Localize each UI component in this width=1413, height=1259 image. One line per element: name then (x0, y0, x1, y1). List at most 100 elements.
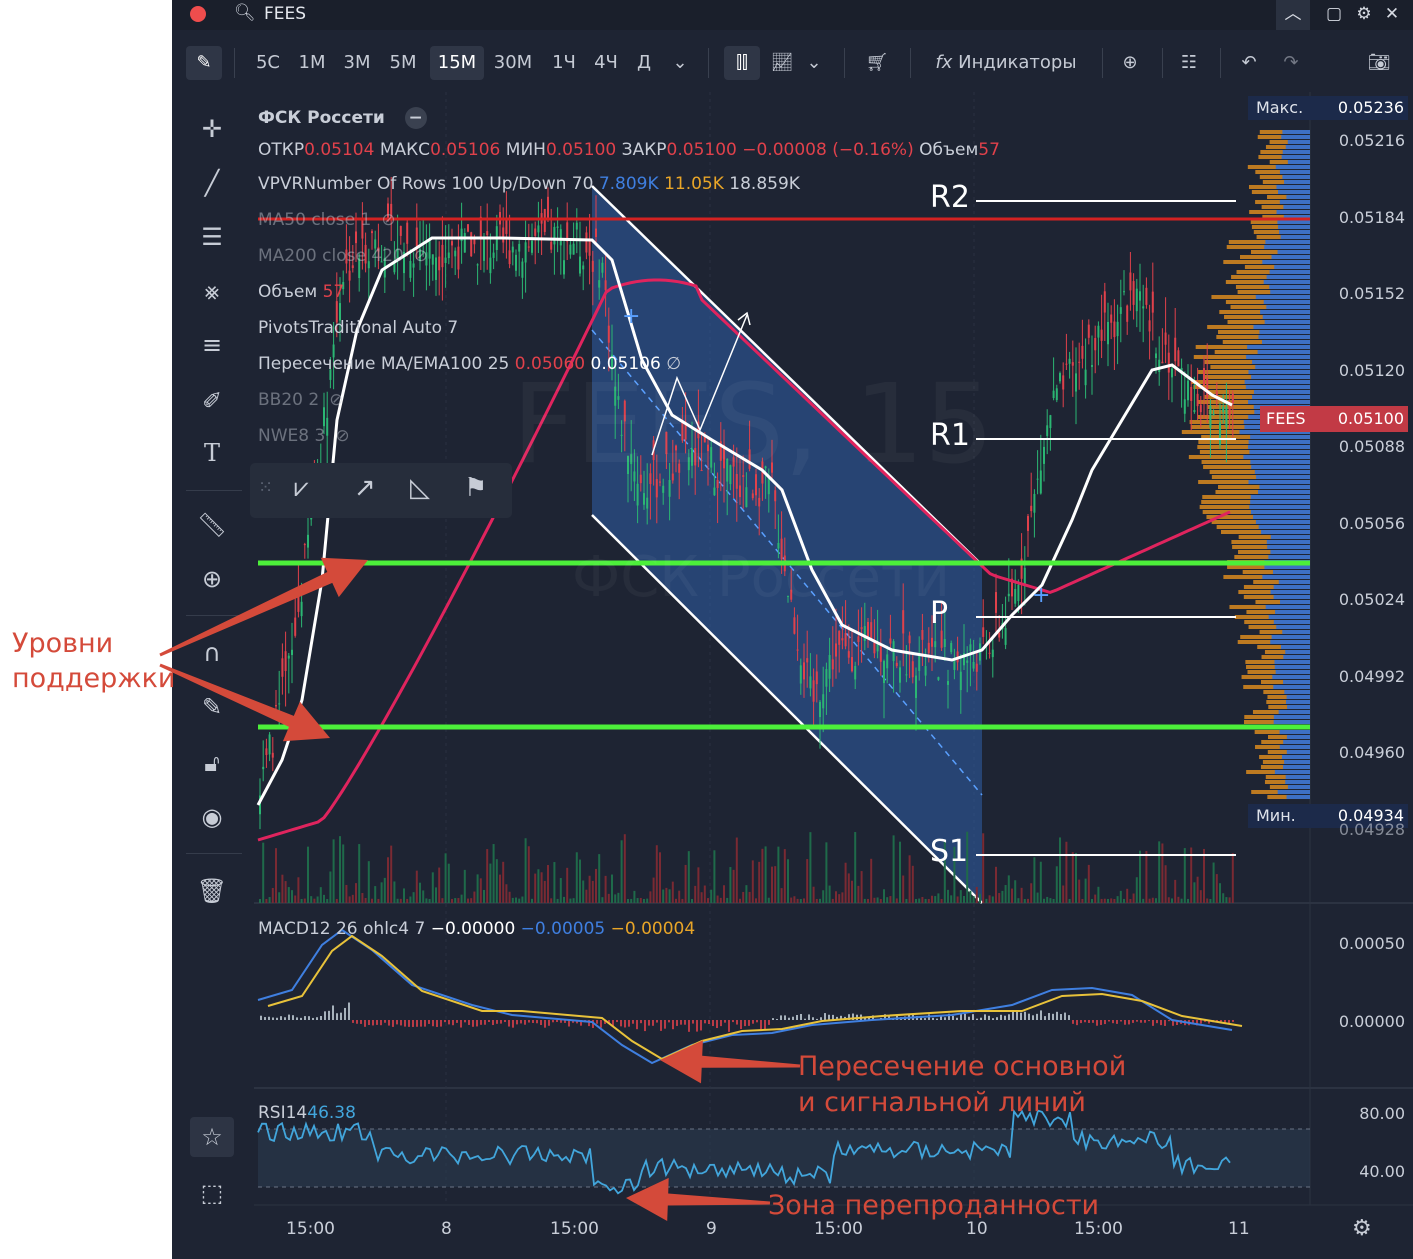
price-tick: 0.04928 (1338, 820, 1405, 839)
macd-histogram-bar (308, 1016, 310, 1020)
volume-bar (793, 896, 796, 903)
legend-pivots[interactable]: PivotsTraditional Auto 7 (258, 318, 458, 338)
volume-bar (447, 863, 450, 903)
volume-profile-bar (1250, 435, 1310, 439)
macd-histogram-bar (276, 1017, 278, 1020)
macd-histogram-bar (492, 1020, 494, 1026)
macd-histogram-bar (1164, 1020, 1166, 1026)
volume-bar (470, 898, 473, 903)
candle-body (905, 674, 908, 676)
volume-bar (1075, 852, 1077, 903)
legend-cross[interactable]: Пересечение MA/EMA100 25 0.05060 0.05106… (258, 354, 681, 374)
macd-histogram-bar (432, 1020, 434, 1027)
candle-body (921, 629, 924, 640)
volume-bar (867, 898, 869, 903)
legend-vpvr[interactable]: VPVRNumber Of Rows 100 Up/Down 70 7.809K… (258, 174, 800, 194)
volume-bar (515, 897, 517, 903)
legend-bb[interactable]: BB20 2 ⊘ (258, 390, 343, 410)
volume-bar (1215, 874, 1218, 903)
candle-body (793, 617, 796, 634)
volume-bar (435, 887, 437, 903)
candle-body (518, 243, 521, 252)
volume-bar (697, 867, 700, 903)
collapse-legend-icon[interactable]: − (404, 107, 427, 129)
volume-profile-bar (1259, 330, 1310, 334)
candle-body (563, 260, 565, 275)
volume-bar (582, 880, 585, 903)
volume-bar (1145, 850, 1148, 903)
volume-bar (566, 867, 569, 903)
cross-marker: + (622, 304, 640, 329)
candle-body (1151, 291, 1154, 313)
volume-bar (931, 895, 933, 903)
volume-bar (921, 896, 924, 903)
candle-body (1030, 505, 1033, 512)
candle-body (959, 671, 962, 691)
candle-body (444, 257, 447, 264)
volume-bar (748, 891, 751, 903)
macd-histogram-bar (424, 1020, 426, 1027)
macd-histogram-bar (548, 1020, 550, 1026)
rsi-scale-tick: 40.00 (1359, 1162, 1405, 1181)
macd-histogram-bar (972, 1014, 974, 1020)
hidden-eye-icon[interactable]: ⊘ (381, 210, 395, 230)
legend-nwe[interactable]: NWE8 3 ⊘ (258, 426, 350, 446)
ray-icon[interactable]: ↗ (354, 473, 376, 503)
volume-bar (924, 898, 927, 903)
volume-bar (547, 865, 549, 903)
volume-profile-bar (1272, 570, 1310, 574)
volume-bar (540, 872, 543, 903)
macd-histogram-bar (596, 1020, 598, 1024)
hidden-eye-icon[interactable]: ⊘ (335, 426, 349, 446)
volume-bar (1033, 857, 1036, 903)
macd-histogram-bar (460, 1020, 462, 1028)
volume-profile-bar (1276, 625, 1310, 629)
candle-body (1126, 305, 1129, 322)
candle-body (524, 242, 527, 263)
volume-bar (1167, 897, 1170, 903)
volume-bar (678, 890, 681, 903)
triangle-icon[interactable]: ◺ (410, 473, 430, 503)
macd-histogram-bar (828, 1014, 830, 1020)
axis-settings-icon[interactable]: ⚙ (1352, 1216, 1372, 1241)
macd-histogram-bar (428, 1020, 430, 1024)
candle-body (595, 228, 597, 238)
hidden-eye-icon[interactable]: ⊘ (414, 246, 428, 266)
volume-bar (668, 889, 671, 903)
candle-body (991, 649, 994, 658)
volume-profile-bar (1275, 670, 1310, 674)
volume-bar (982, 833, 985, 903)
volume-profile-bar (1284, 180, 1310, 184)
candle-body (927, 642, 930, 654)
volume-bar (767, 897, 770, 903)
hidden-eye-icon[interactable]: ⊘ (329, 390, 343, 410)
macd-histogram-bar (824, 1013, 826, 1020)
legend-macd[interactable]: MACD12 26 ohlc4 7 −0.00000 −0.00005 −0.0… (258, 919, 695, 939)
flag-icon[interactable]: ⚑ (464, 473, 487, 503)
polyline-icon[interactable]: ⩗ (294, 473, 309, 504)
candle-body (1049, 415, 1052, 429)
macd-histogram-bar (1084, 1020, 1086, 1023)
volume-bar (342, 844, 345, 903)
volume-bar (275, 848, 277, 903)
volume-profile-bar (1273, 585, 1310, 589)
legend-rsi[interactable]: RSI1446.38 (258, 1103, 356, 1123)
volume-bar (1055, 866, 1058, 903)
volume-profile-bar (1286, 735, 1310, 739)
volume-bar (524, 838, 527, 903)
drag-handle-icon[interactable]: ⁙ (258, 477, 273, 498)
volume-bar (844, 862, 847, 903)
candle-body (294, 617, 297, 636)
legend-ma50[interactable]: MA50 close 1 ⊘ (258, 210, 396, 230)
volume-profile-bar (1252, 360, 1310, 364)
volume-bar (511, 897, 514, 903)
macd-histogram-bar (1048, 1013, 1050, 1020)
candle-body (1225, 406, 1228, 427)
legend-ma200[interactable]: MA200 close 420 ⊘ (258, 246, 428, 266)
volume-bar (313, 898, 316, 903)
candle-body (1007, 593, 1010, 597)
candle-body (950, 642, 953, 653)
legend-volume[interactable]: Объем 57 (258, 282, 344, 302)
legend-symbol[interactable]: ФСК Россети − (258, 107, 427, 129)
candle-body (1091, 365, 1093, 367)
